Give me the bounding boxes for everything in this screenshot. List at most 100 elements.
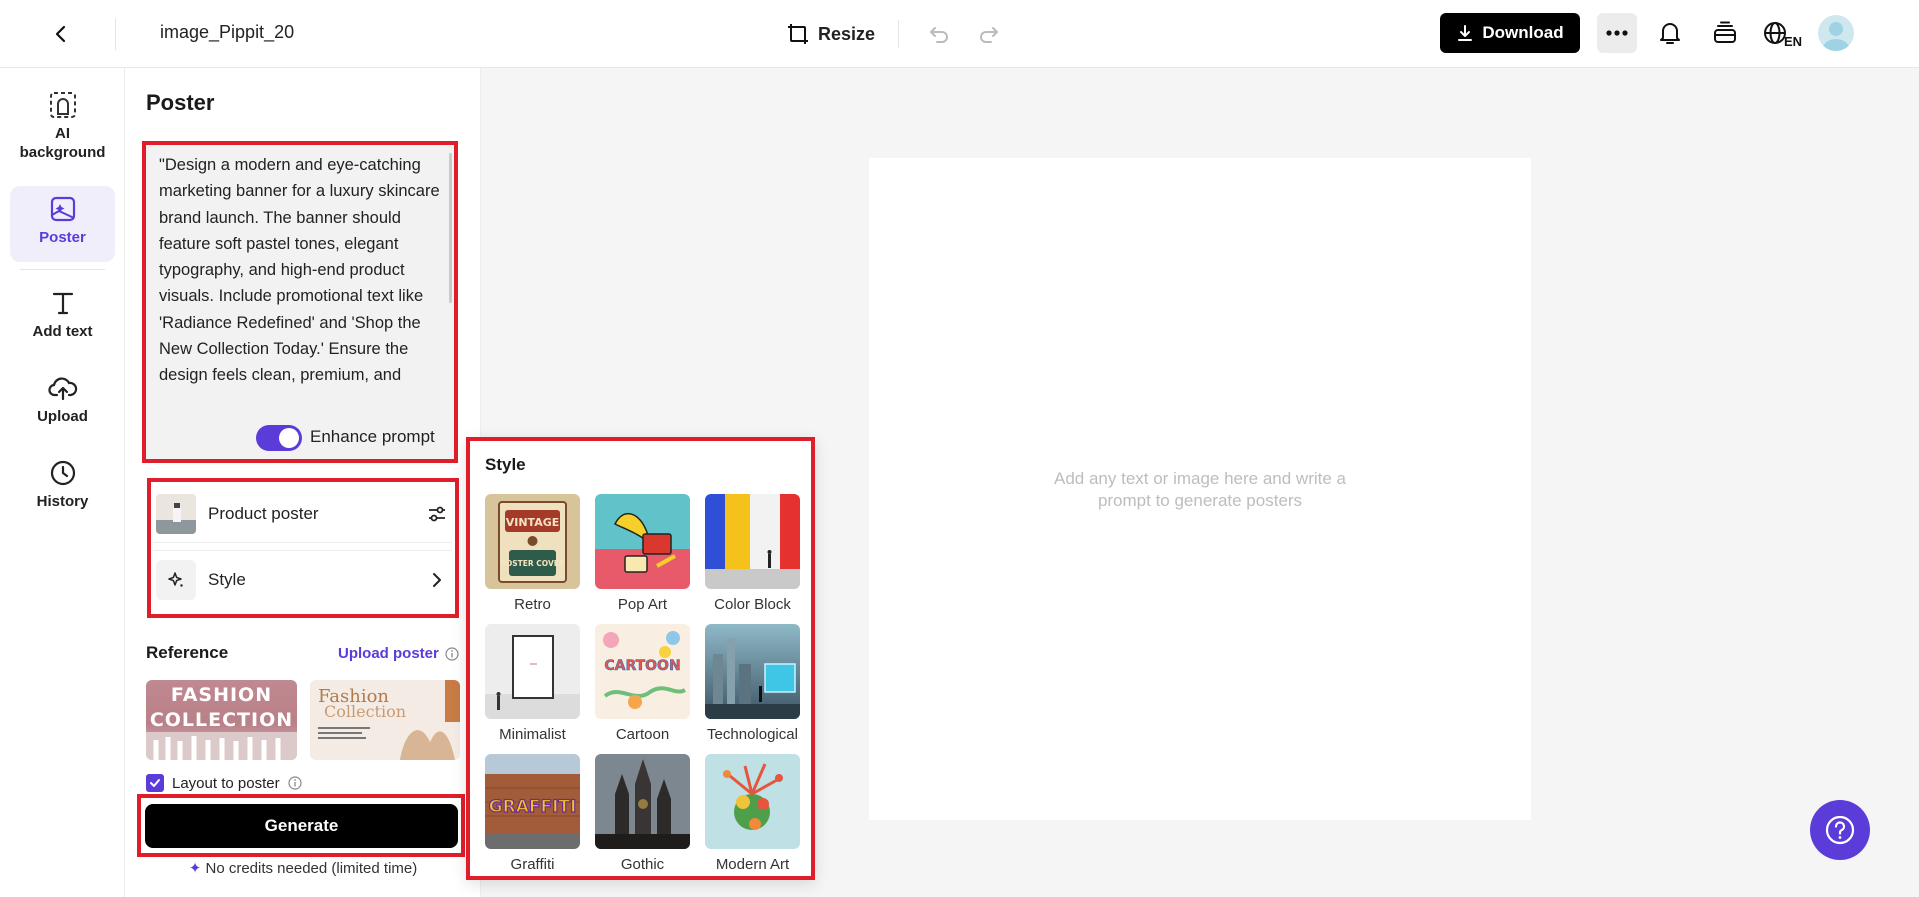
style-option-technological[interactable]: Technological xyxy=(705,624,800,743)
prompt-scrollbar[interactable] xyxy=(449,153,452,303)
style-option-pop-art[interactable]: Pop Art xyxy=(595,494,690,613)
prompt-box: "Design a modern and eye-catching market… xyxy=(142,141,458,463)
canvas-hint: Add any text or image here and write a p… xyxy=(869,468,1531,512)
resize-label: Resize xyxy=(818,23,876,44)
style-thumbnail xyxy=(595,494,690,589)
avatar[interactable] xyxy=(1818,15,1854,51)
enhance-prompt-toggle[interactable] xyxy=(256,425,302,451)
download-label: Download xyxy=(1482,23,1564,42)
style-thumbnail xyxy=(595,754,690,849)
rail-item-poster[interactable]: Poster xyxy=(10,186,115,262)
language-button[interactable]: EN xyxy=(1762,14,1806,54)
info-icon[interactable] xyxy=(445,646,459,661)
left-rail: AI background Poster Add text Upload Hist… xyxy=(0,68,125,897)
divider xyxy=(115,18,116,50)
credits-label: No credits needed (limited time) xyxy=(205,860,418,877)
layout-to-poster-label: Layout to poster xyxy=(172,774,280,792)
style-popup-title: Style xyxy=(485,455,526,474)
text-icon xyxy=(52,292,73,315)
style-option-cartoon[interactable]: CARTOON Cartoon xyxy=(595,624,690,743)
check-icon xyxy=(150,779,160,787)
style-popup: Style VINTAGE POSTER COVER Retro Pop Art … xyxy=(466,437,815,880)
style-name: Gothic xyxy=(620,856,665,873)
layout-to-poster-row: Layout to poster xyxy=(146,774,302,792)
product-poster-row[interactable]: Product poster xyxy=(154,485,452,543)
style-option-modern-art[interactable]: Modern Art xyxy=(705,754,800,873)
rail-item-history[interactable]: History xyxy=(10,450,115,522)
resize-icon xyxy=(788,24,808,44)
style-thumbnail: GRAFFITI xyxy=(485,754,580,849)
style-name: Minimalist xyxy=(499,726,566,743)
style-option-minimalist[interactable]: Minimalist xyxy=(485,624,580,743)
style-option-retro[interactable]: VINTAGE POSTER COVER Retro xyxy=(485,494,580,613)
style-name: Technological xyxy=(707,726,798,743)
more-options-button[interactable] xyxy=(1597,13,1637,53)
style-name: Retro xyxy=(514,596,551,613)
sparkle-icon: ✦ xyxy=(188,860,202,877)
layout-to-poster-checkbox[interactable] xyxy=(146,774,164,792)
upload-icon xyxy=(47,377,77,401)
layers-button[interactable] xyxy=(1707,15,1743,51)
reference-thumbnail-2[interactable]: Fashion Collection xyxy=(310,680,460,760)
settings-sliders-icon[interactable] xyxy=(422,499,452,529)
rail-item-label: History xyxy=(36,493,89,510)
rail-item-ai-background[interactable]: AI background xyxy=(10,82,115,182)
rail-item-add-text[interactable]: Add text xyxy=(10,280,115,352)
style-thumbnail xyxy=(705,754,800,849)
bell-icon xyxy=(1660,23,1680,44)
canvas-hint-line: prompt to generate posters xyxy=(1097,491,1303,510)
poster-canvas[interactable]: Add any text or image here and write a p… xyxy=(869,158,1531,820)
style-thumbnail xyxy=(485,624,580,719)
style-option-graffiti[interactable]: GRAFFITI Graffiti xyxy=(485,754,580,873)
file-name[interactable]: image_Pippit_20 xyxy=(160,22,294,43)
upload-poster-label: Upload poster xyxy=(338,645,439,662)
reference-thumbnail-1[interactable]: FASHION COLLECTION xyxy=(146,680,297,760)
style-option-gothic[interactable]: Gothic xyxy=(595,754,690,873)
rail-item-label: Add text xyxy=(32,323,93,340)
redo-button[interactable] xyxy=(972,17,1006,51)
history-icon xyxy=(50,460,75,486)
rail-item-label: background xyxy=(19,144,106,161)
canvas-hint-line: Add any text or image here and write a xyxy=(1054,469,1346,488)
back-button[interactable] xyxy=(44,17,78,51)
download-button[interactable]: Download xyxy=(1440,13,1580,53)
style-name: Pop Art xyxy=(617,596,668,613)
style-name: Color Block xyxy=(714,596,791,613)
reference-text: COLLECTION xyxy=(149,709,294,731)
poster-options: Product poster Style xyxy=(147,478,459,618)
ai-background-icon xyxy=(49,92,76,118)
style-thumbnail: VINTAGE POSTER COVER xyxy=(485,494,580,589)
style-option-color-block[interactable]: Color Block xyxy=(705,494,800,613)
top-bar: image_Pippit_20 Resize Download EN xyxy=(0,0,1919,68)
poster-panel: Poster "Design a modern and eye-catching… xyxy=(125,68,481,897)
panel-title: Poster xyxy=(146,90,215,115)
style-name: Modern Art xyxy=(715,856,790,873)
reference-text: FASHION xyxy=(170,684,273,706)
upload-poster-link[interactable]: Upload poster xyxy=(338,645,459,662)
rail-divider xyxy=(20,269,105,270)
stack-icon xyxy=(1714,21,1736,43)
prompt-input[interactable]: "Design a modern and eye-catching market… xyxy=(159,152,445,402)
notifications-button[interactable] xyxy=(1652,15,1688,51)
style-thumbnail xyxy=(705,494,800,589)
style-thumb-text: POSTER COVER xyxy=(500,559,565,568)
style-row[interactable]: Style xyxy=(154,550,452,608)
more-icon xyxy=(1606,30,1628,36)
undo-button[interactable] xyxy=(922,17,956,51)
style-name: Cartoon xyxy=(615,726,670,743)
help-button[interactable] xyxy=(1810,800,1870,860)
info-icon[interactable] xyxy=(287,776,302,790)
chevron-right-icon xyxy=(422,565,452,595)
rail-item-upload[interactable]: Upload xyxy=(10,365,115,437)
style-label: Style xyxy=(208,569,246,589)
divider xyxy=(898,20,899,48)
style-thumbnail: CARTOON xyxy=(595,624,690,719)
generate-button[interactable]: Generate xyxy=(145,804,458,848)
chevron-left-icon xyxy=(55,25,66,43)
resize-button[interactable]: Resize xyxy=(786,17,875,51)
user-avatar-icon xyxy=(1822,22,1850,51)
enhance-prompt-label: Enhance prompt xyxy=(310,427,435,446)
style-thumbnail xyxy=(705,624,800,719)
undo-icon xyxy=(930,27,948,43)
product-poster-label: Product poster xyxy=(208,503,319,523)
